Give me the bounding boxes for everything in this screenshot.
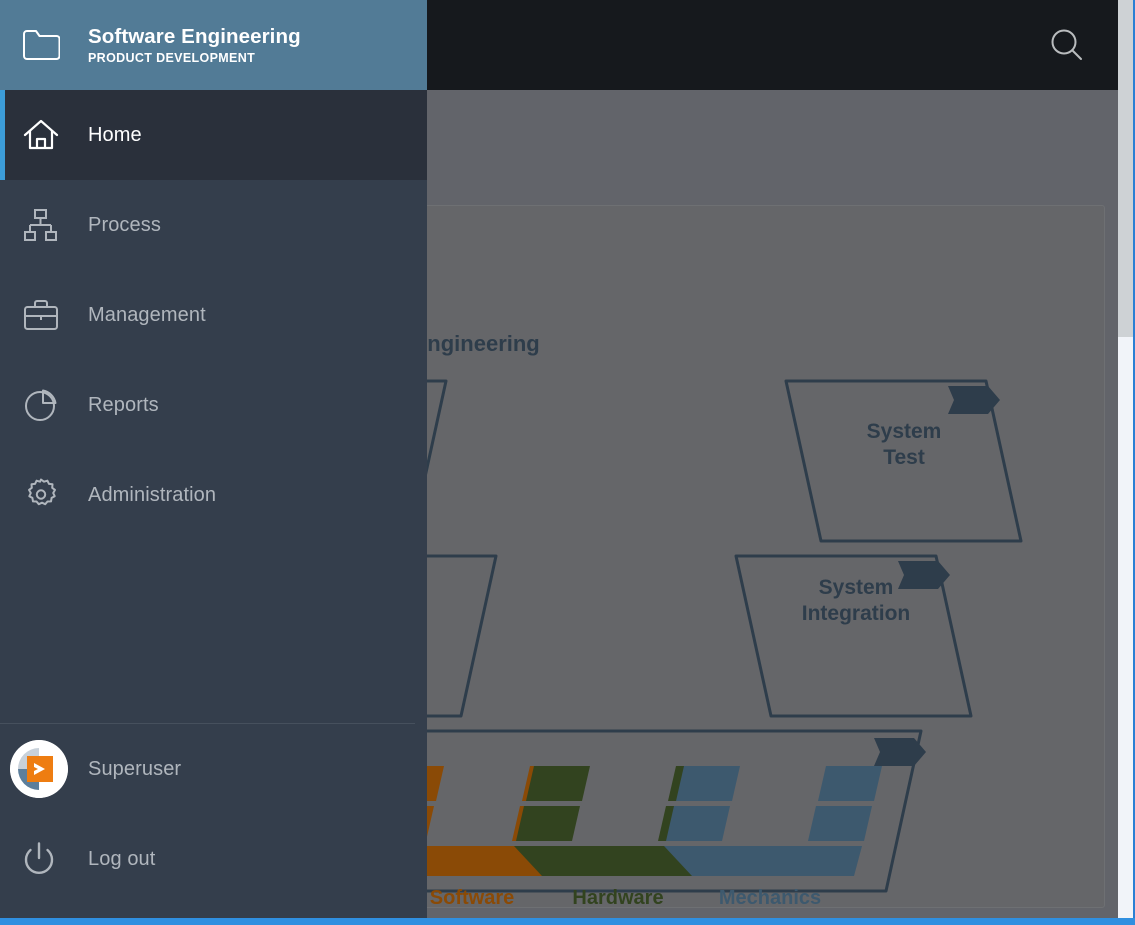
sidebar-item-administration[interactable]: Administration: [0, 450, 427, 540]
sidebar-item-label: Process: [88, 213, 161, 236]
sidebar-item-label: Home: [88, 123, 142, 146]
discipline-mechanics[interactable]: Mechanics: [664, 766, 882, 908]
vertical-scrollbar-thumb[interactable]: [1118, 0, 1133, 337]
nav-list: Home Process Management Reports Administ…: [0, 90, 427, 540]
app-root: Systems Engineering Requirements System …: [0, 0, 1135, 925]
sidebar-logout-label: Log out: [88, 847, 156, 870]
window-bottom-edge: [0, 918, 1135, 925]
diagram-node-system-test[interactable]: System Test: [784, 379, 1023, 543]
sidebar-item-home[interactable]: Home: [0, 90, 427, 180]
navigation-drawer: Software Engineering PRODUCT DEVELOPMENT…: [0, 0, 427, 918]
briefcase-icon: [20, 294, 62, 336]
folder-icon: [20, 24, 62, 66]
search-button[interactable]: [1044, 22, 1090, 68]
sidebar-item-logout[interactable]: Log out: [0, 814, 427, 904]
gear-icon: [20, 474, 62, 516]
search-icon: [1047, 25, 1087, 65]
sidebar-item-process[interactable]: Process: [0, 180, 427, 270]
svg-text:Hardware: Hardware: [572, 887, 663, 908]
power-icon: [18, 838, 60, 880]
sidebar-item-user[interactable]: Superuser: [0, 724, 427, 814]
avatar: [10, 740, 68, 798]
svg-text:Integration: Integration: [802, 602, 911, 625]
sidebar-footer: Superuser Log out: [0, 724, 427, 904]
drawer-header[interactable]: Software Engineering PRODUCT DEVELOPMENT: [0, 0, 427, 90]
svg-text:System: System: [819, 576, 894, 599]
svg-text:Software: Software: [430, 887, 514, 908]
svg-text:Test: Test: [883, 446, 925, 469]
sidebar-item-label: Management: [88, 303, 206, 326]
sidebar-user-label: Superuser: [88, 757, 182, 780]
sidebar-item-management[interactable]: Management: [0, 270, 427, 360]
sitemap-icon: [20, 204, 62, 246]
sidebar-item-label: Administration: [88, 483, 217, 506]
pie-chart-icon: [20, 384, 62, 426]
sidebar-item-label: Reports: [88, 393, 159, 416]
home-icon: [20, 114, 62, 156]
drawer-title: Software Engineering: [88, 25, 301, 48]
sidebar-item-reports[interactable]: Reports: [0, 360, 427, 450]
diagram-node-system-integration[interactable]: System Integration: [734, 554, 973, 718]
svg-text:Mechanics: Mechanics: [719, 887, 821, 908]
svg-text:System: System: [867, 420, 942, 443]
drawer-subtitle: PRODUCT DEVELOPMENT: [88, 51, 256, 65]
